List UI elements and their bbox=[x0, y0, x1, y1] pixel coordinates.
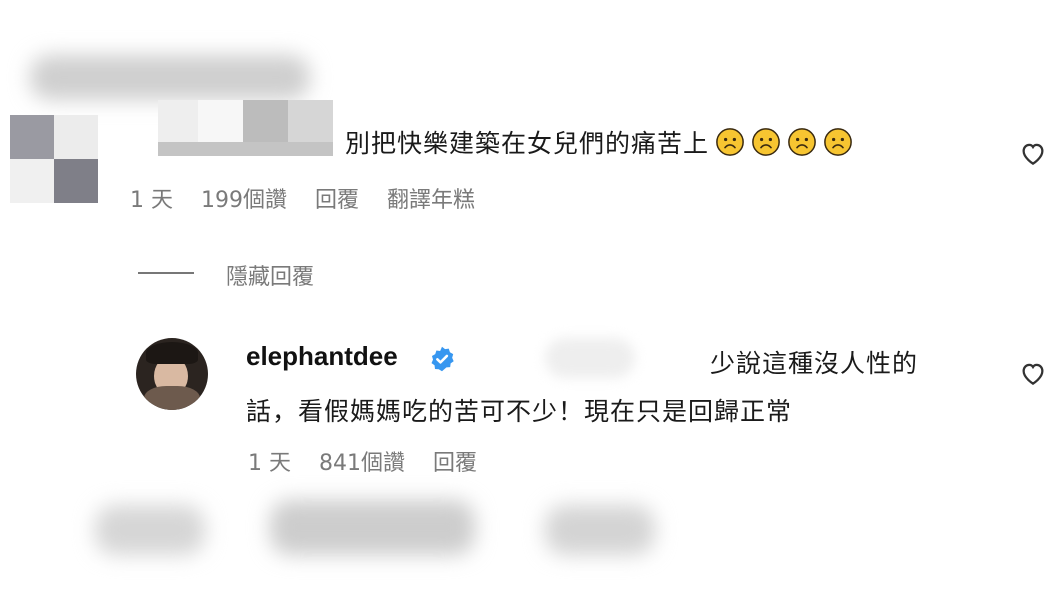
blurred-mention bbox=[545, 338, 635, 378]
hide-replies-button[interactable]: 隱藏回覆 bbox=[226, 259, 314, 291]
blurred-content-top bbox=[30, 55, 310, 100]
like-count[interactable]: 841個讚 bbox=[319, 445, 405, 477]
like-count[interactable]: 199個讚 bbox=[201, 182, 287, 214]
reply-button[interactable]: 回覆 bbox=[315, 182, 359, 214]
comment-text-body: 別把快樂建築在女兒們的痛苦上 bbox=[345, 129, 710, 158]
reply-time: 1 天 bbox=[248, 451, 291, 476]
translate-button[interactable]: 翻譯年糕 bbox=[387, 182, 475, 214]
verified-badge-icon bbox=[431, 346, 454, 372]
username[interactable]: elephantdee bbox=[246, 341, 398, 372]
frowning-face-icon bbox=[752, 128, 780, 156]
reply-text-line1: 少說這種沒人性的 bbox=[710, 349, 919, 378]
heart-icon[interactable] bbox=[1018, 138, 1048, 168]
avatar[interactable] bbox=[136, 338, 208, 410]
emoji-group bbox=[709, 128, 853, 158]
heart-icon[interactable] bbox=[1018, 358, 1048, 388]
hide-replies-line bbox=[138, 272, 194, 274]
reply-button[interactable]: 回覆 bbox=[433, 445, 477, 477]
frowning-face-icon bbox=[716, 128, 744, 156]
frowning-face-icon bbox=[824, 128, 852, 156]
comment-text: 別把快樂建築在女兒們的痛苦上 bbox=[345, 124, 853, 160]
comment-meta: 1 天 199個讚 回覆 翻譯年糕 bbox=[130, 182, 475, 214]
frowning-face-icon bbox=[788, 128, 816, 156]
reply-meta: 1 天 841個讚 回覆 bbox=[248, 445, 477, 477]
reply-text-line2: 話，看假媽媽吃的苦可不少！現在只是回歸正常 bbox=[246, 397, 793, 426]
comment-time: 1 天 bbox=[130, 188, 173, 213]
